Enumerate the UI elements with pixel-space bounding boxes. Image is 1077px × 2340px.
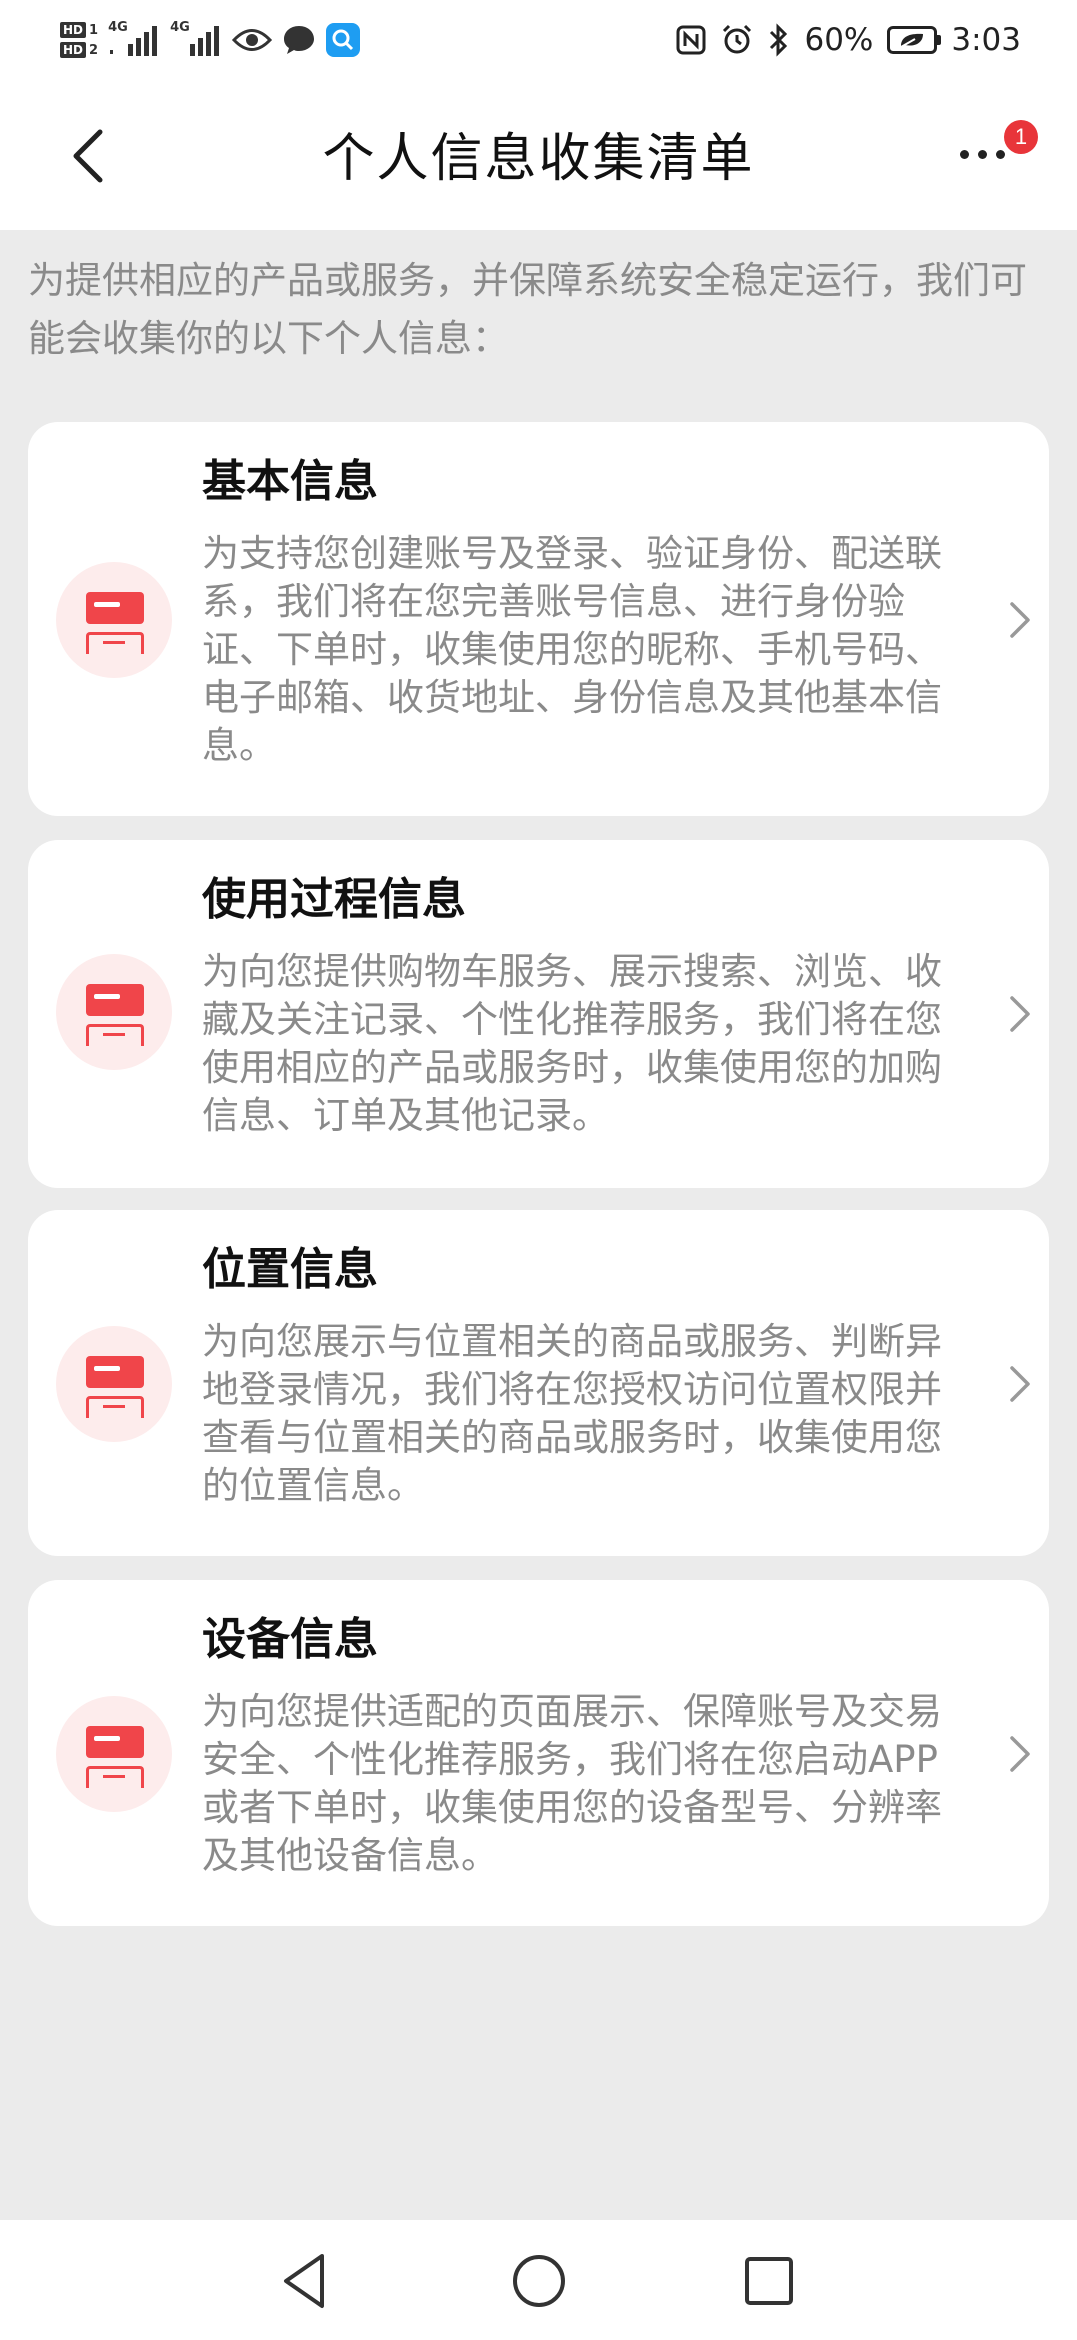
- info-card-basic[interactable]: 基本信息 为支持您创建账号及登录、验证身份、配送联系，我们将在您完善账号信息、进…: [28, 422, 1049, 816]
- form-icon: [56, 562, 172, 678]
- status-left: HD 1 HD 2 4G 4G: [60, 12, 361, 68]
- signal-bars-icon: [110, 26, 158, 56]
- bluetooth-icon: [770, 23, 788, 57]
- chevron-right-icon: [1010, 996, 1030, 1032]
- battery-percentage: 60%: [804, 22, 874, 58]
- hd2-badge: HD 2: [60, 42, 98, 58]
- search-app-icon: [326, 23, 361, 57]
- more-button[interactable]: 1: [950, 120, 1038, 190]
- page-title: 个人信息收集清单: [322, 129, 755, 189]
- form-icon: [56, 1326, 172, 1442]
- square-recent-icon[interactable]: [734, 2246, 804, 2316]
- hd2-number: 2: [89, 42, 99, 58]
- triangle-back-icon[interactable]: [272, 2246, 342, 2316]
- hd1-number: 1: [89, 22, 99, 38]
- form-icon: [56, 1696, 172, 1812]
- battery-icon: [887, 26, 942, 54]
- card-description: 为支持您创建账号及登录、验证身份、配送联系，我们将在您完善账号信息、进行身份验证…: [202, 532, 942, 767]
- alarm-icon: [723, 24, 752, 54]
- card-description: 为向您展示与位置相关的商品或服务、判断异地登录情况，我们将在您授权访问位置权限并…: [202, 1320, 942, 1507]
- card-title: 位置信息: [202, 1244, 378, 1295]
- card-title: 基本信息: [202, 456, 378, 507]
- card-title: 使用过程信息: [202, 874, 466, 925]
- chevron-right-icon: [1010, 1366, 1030, 1402]
- circle-home-icon[interactable]: [504, 2246, 574, 2316]
- notification-badge: 1: [1004, 120, 1038, 154]
- title-bar: 个人信息收集清单 1: [0, 80, 1077, 230]
- info-card-location[interactable]: 位置信息 为向您展示与位置相关的商品或服务、判断异地登录情况，我们将在您授权访问…: [28, 1210, 1049, 1556]
- info-card-device[interactable]: 设备信息 为向您提供适配的页面展示、保障账号及交易安全、个性化推荐服务，我们将在…: [28, 1580, 1049, 1926]
- status-bar: HD 1 HD 2 4G 4G 60% 3:03: [0, 0, 1077, 80]
- eye-icon: [232, 29, 273, 51]
- form-icon: [56, 954, 172, 1070]
- leaf-icon: [900, 33, 924, 48]
- signal-2: 4G: [170, 20, 222, 60]
- signal-1: 4G: [108, 20, 160, 60]
- hd-indicators: HD 1 HD 2: [60, 22, 98, 58]
- chevron-right-icon: [1010, 1736, 1030, 1772]
- card-title: 设备信息: [202, 1614, 378, 1665]
- status-right: 60% 3:03: [676, 12, 1021, 68]
- chat-bubble-icon: [284, 26, 315, 54]
- clock-time: 3:03: [951, 22, 1021, 58]
- hd1-label: HD: [60, 22, 87, 38]
- system-nav-bar: [0, 2220, 1077, 2340]
- signal-bars-icon: [190, 26, 220, 56]
- intro-text: 为提供相应的产品或服务，并保障系统安全稳定运行，我们可能会收集你的以下个人信息：: [28, 259, 1027, 360]
- hd2-label: HD: [60, 42, 87, 58]
- more-dots-icon: [960, 150, 1005, 159]
- hd1-badge: HD 1: [60, 22, 98, 38]
- info-card-usage[interactable]: 使用过程信息 为向您提供购物车服务、展示搜索、浏览、收藏及关注记录、个性化推荐服…: [28, 840, 1049, 1188]
- card-description: 为向您提供购物车服务、展示搜索、浏览、收藏及关注记录、个性化推荐服务，我们将在您…: [202, 950, 942, 1137]
- card-description: 为向您提供适配的页面展示、保障账号及交易安全、个性化推荐服务，我们将在您启动AP…: [202, 1690, 942, 1877]
- chevron-right-icon: [1010, 602, 1030, 638]
- nfc-icon: [676, 25, 706, 55]
